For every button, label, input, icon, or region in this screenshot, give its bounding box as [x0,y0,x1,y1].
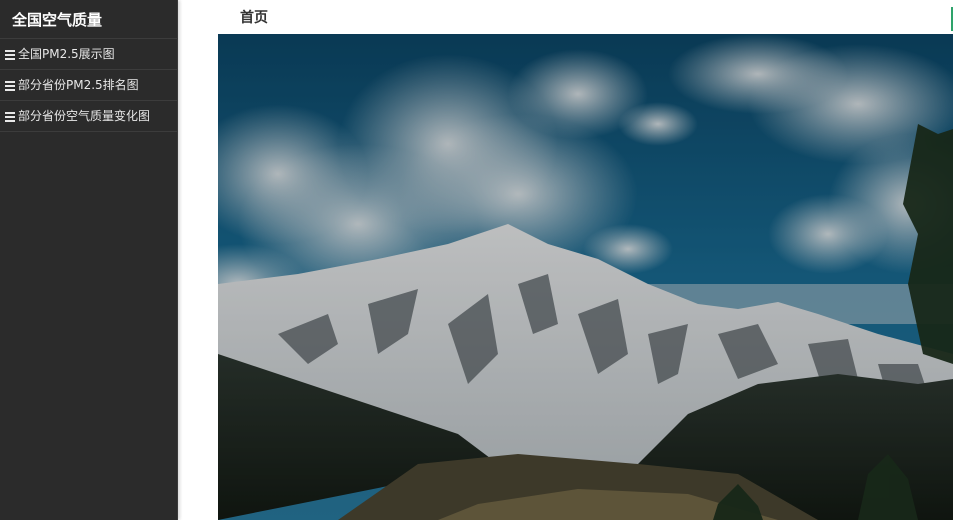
mountain-landscape-illustration [218,34,953,520]
sidebar-item-label: 部分省份PM2.5排名图 [18,78,139,92]
app-root: 全国空气质量 全国PM2.5展示图 部分省份PM2.5排名图 部分省份空气质量变… [0,0,953,520]
sidebar-item-pm25-map[interactable]: 全国PM2.5展示图 [0,39,177,70]
sidebar-nav: 全国PM2.5展示图 部分省份PM2.5排名图 部分省份空气质量变化图 [0,39,177,132]
page-header: 首页 [218,0,953,34]
sidebar-item-air-quality-change[interactable]: 部分省份空气质量变化图 [0,101,177,132]
sidebar: 全国空气质量 全国PM2.5展示图 部分省份PM2.5排名图 部分省份空气质量变… [0,0,178,520]
sidebar-title: 全国空气质量 [0,0,177,39]
page-title: 首页 [240,10,268,26]
menu-icon [5,112,15,122]
hero-image [218,34,953,520]
sidebar-item-label: 部分省份空气质量变化图 [18,109,151,123]
sidebar-item-label: 全国PM2.5展示图 [18,47,115,61]
menu-icon [5,50,15,60]
menu-icon [5,81,15,91]
sidebar-item-pm25-ranking[interactable]: 部分省份PM2.5排名图 [0,70,177,101]
